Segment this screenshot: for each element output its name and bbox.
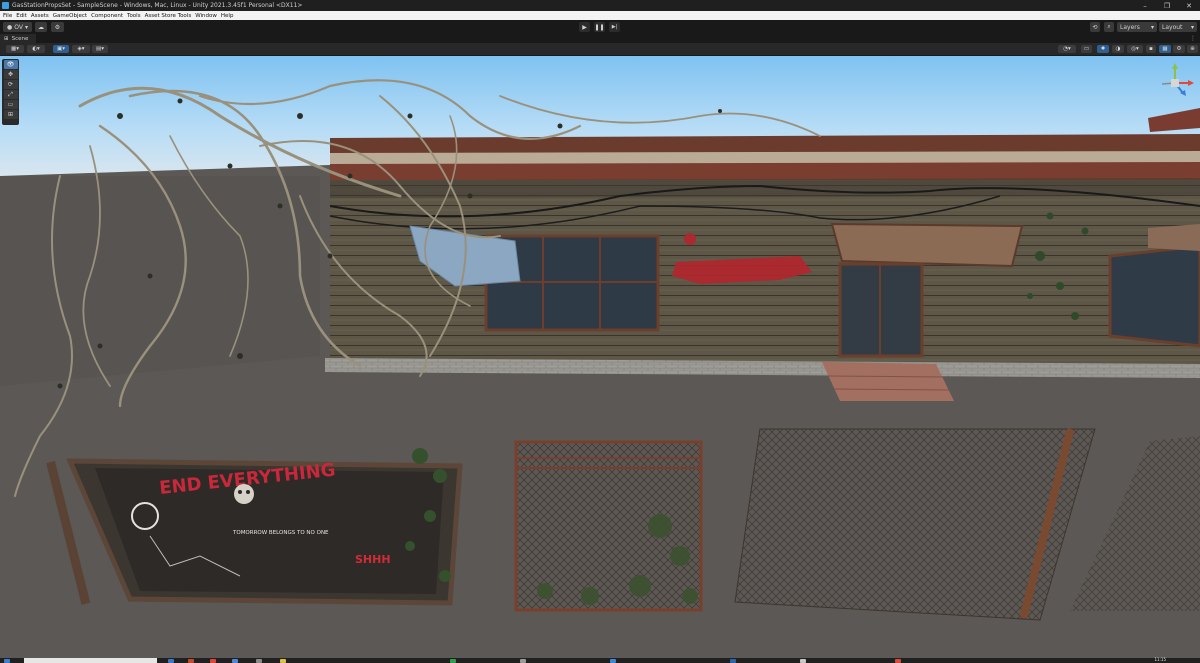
draw-mode-button[interactable]: ▦▾ xyxy=(6,45,24,53)
scene-tab-icon: ⊞ xyxy=(4,35,9,42)
scale-tool-icon[interactable]: ⤢ xyxy=(3,90,18,99)
taskbar-search-input[interactable] xyxy=(24,658,157,663)
app-icon[interactable] xyxy=(730,659,736,663)
lighting-button[interactable]: ◑ xyxy=(1112,45,1124,53)
grid-snap-button[interactable]: ▤▾ xyxy=(92,45,108,53)
move-tool-icon[interactable]: ✥ xyxy=(3,70,18,79)
visibility-button[interactable]: ◎▾ xyxy=(1127,45,1143,53)
menu-bar: File Edit Assets GameObject Component To… xyxy=(0,11,1200,20)
app-icon[interactable] xyxy=(280,659,286,663)
menu-asset-store-tools[interactable]: Asset Store Tools xyxy=(143,13,194,19)
menu-gameobject[interactable]: GameObject xyxy=(51,13,89,19)
account-dropdown[interactable]: ● OV ▾ xyxy=(3,22,32,32)
lighting-toggle-button[interactable]: ◈▾ xyxy=(72,45,90,53)
start-icon[interactable] xyxy=(4,659,10,663)
scene-render: END EVERYTHING TOMORROW BELONGS TO NO ON… xyxy=(0,56,1200,658)
history-icon[interactable]: ⟲ xyxy=(1090,22,1100,32)
graffiti-tomorrow-text: TOMORROW BELONGS TO NO ONE xyxy=(232,530,329,536)
gizmos-button[interactable]: ◔▾ xyxy=(1058,45,1076,53)
services-icon[interactable]: ⚙ xyxy=(51,22,64,32)
minimize-button[interactable]: – xyxy=(1134,0,1156,11)
menu-component[interactable]: Component xyxy=(89,13,125,19)
render-paths-button[interactable]: ◐▾ xyxy=(27,45,45,53)
tab-scene[interactable]: ⊞ Scene xyxy=(0,34,36,43)
layout-dropdown[interactable]: Layout ▾ xyxy=(1159,22,1197,32)
step-button[interactable]: ▶| xyxy=(609,22,620,32)
app-icon[interactable] xyxy=(210,659,216,663)
scene-toolbar: ▦▾ ◐▾ ▣▾ ◈▾ ▤▾ ◔▾ ▭ ✹ ◑ ◎▾ ▪ ▦ ⚙ ⊕ xyxy=(0,43,1200,56)
chevron-down-icon: ▾ xyxy=(1190,23,1194,31)
scene-view-options-button[interactable]: ▦ xyxy=(1159,45,1171,53)
app-icon[interactable] xyxy=(895,659,901,663)
unity-app-icon xyxy=(2,2,9,9)
layout-label: Layout xyxy=(1162,23,1183,31)
transform-tool-icon[interactable]: ⊞ xyxy=(3,110,18,119)
maximize-button[interactable]: ❐ xyxy=(1156,0,1178,11)
effects-button[interactable]: ✹ xyxy=(1097,45,1109,53)
window-title: GasStationPropsSet - SampleScene - Windo… xyxy=(12,2,303,9)
account-label: OV xyxy=(14,23,23,31)
app-icon[interactable] xyxy=(168,659,174,663)
menu-help[interactable]: Help xyxy=(219,13,236,19)
menu-edit[interactable]: Edit xyxy=(14,13,29,19)
main-toolbar: ● OV ▾ ☁ ⚙ ▶ ❚❚ ▶| ⟲ ⌕ Layers ▾ Layout ▾ xyxy=(0,20,1200,34)
pause-button[interactable]: ❚❚ xyxy=(594,22,605,32)
chevron-down-icon: ▾ xyxy=(24,23,28,31)
os-taskbar: 11:15 xyxy=(0,657,1200,663)
app-icon[interactable] xyxy=(610,659,616,663)
orientation-gizmo[interactable] xyxy=(1154,62,1196,104)
menu-file[interactable]: File xyxy=(0,13,14,19)
app-icon[interactable] xyxy=(232,659,238,663)
taskbar-clock: 11:15 xyxy=(1154,657,1166,662)
tab-options-icon[interactable]: ⋮ xyxy=(1190,35,1196,42)
search-icon[interactable]: ⌕ xyxy=(1104,22,1114,32)
account-icon: ● xyxy=(7,23,13,31)
app-icon[interactable] xyxy=(800,659,806,663)
rotate-tool-icon[interactable]: ⟳ xyxy=(3,80,18,89)
layers-label: Layers xyxy=(1120,23,1140,31)
scene-tab-label: Scene xyxy=(11,35,29,42)
layers-dropdown[interactable]: Layers ▾ xyxy=(1117,22,1157,32)
cloud-icon[interactable]: ☁ xyxy=(35,22,47,32)
menu-tools[interactable]: Tools xyxy=(125,13,143,19)
play-button[interactable]: ▶ xyxy=(579,22,590,32)
extra-button[interactable]: ⊕ xyxy=(1187,45,1198,53)
menu-assets[interactable]: Assets xyxy=(29,13,51,19)
view-tool-icon[interactable]: 👁 xyxy=(3,60,18,69)
gizmo-menu-button[interactable]: ⚙ xyxy=(1173,45,1185,53)
app-icon[interactable] xyxy=(520,659,526,663)
rect-tool-icon[interactable]: ▭ xyxy=(3,100,18,109)
scene-viewport[interactable]: END EVERYTHING TOMORROW BELONGS TO NO ON… xyxy=(0,56,1200,658)
app-icon[interactable] xyxy=(188,659,194,663)
menu-window[interactable]: Window xyxy=(193,13,219,19)
close-button[interactable]: ✕ xyxy=(1178,0,1200,11)
window-titlebar: GasStationPropsSet - SampleScene - Windo… xyxy=(0,0,1200,11)
chevron-down-icon: ▾ xyxy=(1150,23,1154,31)
app-icon[interactable] xyxy=(450,659,456,663)
camera-button[interactable]: ▪ xyxy=(1146,45,1156,53)
tools-overlay: 👁 ✥ ⟳ ⤢ ▭ ⊞ xyxy=(2,59,19,125)
2d-toggle-button[interactable]: ▣▾ xyxy=(53,45,69,53)
graffiti-shhh-text: SHHH xyxy=(355,553,391,566)
audio-button[interactable]: ▭ xyxy=(1081,45,1092,53)
app-icon[interactable] xyxy=(256,659,262,663)
tab-bar: ⊞ Scene ⋮ xyxy=(0,34,1200,43)
